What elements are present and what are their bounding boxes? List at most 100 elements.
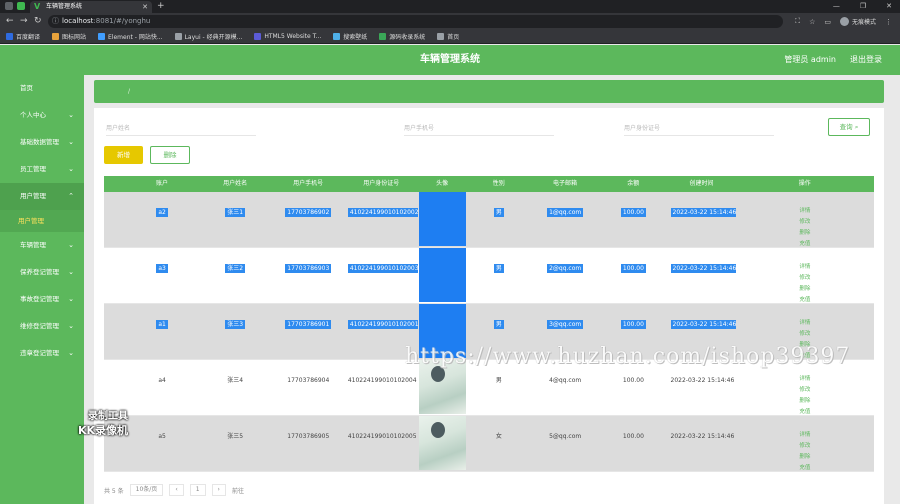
next-page-button[interactable]: › — [211, 484, 226, 496]
row-action-button[interactable]: 删除 — [799, 229, 810, 238]
logout-link[interactable]: 退出登录 — [850, 45, 882, 75]
more-menu-icon[interactable]: ⋮ — [885, 18, 892, 26]
table-row[interactable]: a5 张三5 17703786905 410224199010102005 女 5@qq.… — [104, 416, 874, 472]
add-button[interactable]: 新增 — [104, 146, 143, 164]
table-cell: 张三5 — [199, 416, 272, 471]
browser-menu-icon[interactable] — [5, 2, 13, 10]
sidebar-item[interactable]: 基础数据管理 ⌄ — [0, 129, 84, 156]
table-cell: 张三4 — [199, 360, 272, 415]
row-action-button[interactable]: 修改 — [799, 274, 810, 283]
table-cell: a5 — [126, 416, 199, 471]
bookmark-item[interactable]: 源码收录系统 — [379, 32, 425, 41]
row-action-button[interactable]: 删除 — [799, 397, 810, 406]
browser-tab[interactable]: V 车辆管理系统 ✕ — [30, 1, 152, 13]
tab-close-icon[interactable]: ✕ — [142, 1, 148, 13]
sidebar-item[interactable]: 事故登记管理 ⌄ — [0, 286, 84, 313]
url-input[interactable]: ⓘ localhost:8081/#/yonghu — [48, 15, 783, 28]
watermark-text: https://www.huzhan.com/ishop39397 — [405, 344, 851, 369]
maximize-icon[interactable]: ❐ — [860, 0, 866, 13]
table-cell: 2022-03-22 15:14:46 — [668, 192, 736, 247]
row-checkbox[interactable] — [104, 248, 126, 303]
sidebar-subitem-user-manage[interactable]: 用户管理 — [0, 210, 84, 232]
cell-text: 17703786904 — [287, 377, 330, 384]
sidebar-item[interactable]: 用户管理 ⌃ — [0, 183, 84, 210]
back-icon[interactable]: ← — [6, 13, 14, 30]
bookmark-icon — [437, 33, 445, 40]
cell-text: 410224199010102004 — [347, 377, 417, 384]
extension-icon[interactable]: ▭ — [824, 18, 831, 26]
row-checkbox[interactable] — [104, 192, 126, 247]
row-action-button[interactable]: 详情 — [799, 319, 810, 328]
row-action-button[interactable]: 充值 — [799, 464, 810, 471]
cell-text: 100.00 — [620, 264, 646, 273]
page-title: 车辆管理系统 — [420, 54, 480, 65]
search-button[interactable]: 查询 ⌕ — [828, 118, 870, 136]
table-cell: 2022-03-22 15:14:46 — [668, 248, 736, 303]
row-action-button[interactable]: 修改 — [799, 218, 810, 227]
actions-cell: 详情 修改 删除 充值 — [736, 248, 874, 303]
forward-icon[interactable]: → — [20, 13, 28, 30]
new-tab-icon[interactable]: + — [157, 0, 165, 13]
avatar[interactable] — [418, 416, 466, 470]
table-cell: 张三2 — [199, 248, 272, 303]
row-action-button[interactable]: 修改 — [799, 442, 810, 451]
table-row[interactable]: a2 张三1 17703786902 410224199010102002 男 1@qq.… — [104, 192, 874, 248]
profile-button[interactable]: 无痕模式 — [839, 17, 876, 26]
row-action-button[interactable]: 修改 — [799, 386, 810, 395]
sidebar-item-label: 维修登记管理 — [20, 322, 59, 330]
row-action-button[interactable]: 充值 — [799, 240, 810, 247]
tab-search-icon[interactable] — [17, 2, 25, 10]
row-action-button[interactable]: 修改 — [799, 330, 810, 339]
bookmark-item[interactable]: 百度翻译 — [6, 32, 40, 41]
sidebar-item-label: 事故登记管理 — [20, 295, 59, 303]
column-header: 性别 — [492, 180, 505, 187]
search-row: 用户姓名 用户手机号 用户身份证号 查询 ⌕ — [104, 118, 874, 148]
bookmark-item[interactable]: Element - 网站快... — [98, 32, 163, 41]
row-action-button[interactable]: 充值 — [799, 408, 810, 415]
reload-icon[interactable]: ↻ — [34, 13, 42, 30]
avatar[interactable] — [418, 248, 466, 302]
row-action-button[interactable]: 详情 — [799, 375, 810, 384]
row-action-button[interactable]: 详情 — [799, 431, 810, 440]
bookmark-star-icon[interactable]: ☆ — [809, 18, 815, 26]
cell-text: 17703786903 — [285, 264, 332, 273]
translate-icon[interactable]: ⛶ — [795, 17, 800, 26]
delete-button[interactable]: 删除 — [150, 146, 190, 164]
info-icon[interactable]: ⓘ — [52, 15, 59, 28]
page-size-select[interactable]: 10条/页 — [129, 484, 164, 496]
search-input-name[interactable]: 用户姓名 — [106, 122, 256, 136]
bookmark-item[interactable]: HTML5 Website T... — [254, 33, 321, 40]
cell-text: 2022-03-22 15:14:46 — [670, 377, 735, 384]
page-number-button[interactable]: 1 — [189, 484, 206, 496]
search-input-phone[interactable]: 用户手机号 — [404, 122, 554, 136]
sidebar-item[interactable]: 维修登记管理 ⌄ — [0, 313, 84, 340]
row-action-button[interactable]: 删除 — [799, 453, 810, 462]
window-close-icon[interactable]: ✕ — [886, 0, 892, 13]
minimize-icon[interactable]: — — [833, 0, 840, 13]
row-action-button[interactable]: 详情 — [799, 263, 810, 272]
cell-text: 男 — [495, 377, 502, 384]
row-checkbox[interactable] — [104, 360, 126, 415]
bookmark-item[interactable]: Layui - 经典开源模... — [174, 32, 242, 41]
chevron-icon: ⌃ — [68, 192, 74, 200]
table-cell: 100.00 — [599, 416, 667, 471]
sidebar-item[interactable]: 保养登记管理 ⌄ — [0, 259, 84, 286]
row-action-button[interactable]: 详情 — [799, 207, 810, 216]
table-row[interactable]: a3 张三2 17703786903 410224199010102003 男 2@qq.… — [104, 248, 874, 304]
sidebar-item[interactable]: 首页 — [0, 75, 84, 102]
breadcrumb-bar: / — [94, 80, 884, 103]
bookmark-item[interactable]: 搜索壁纸 — [333, 32, 367, 41]
sidebar-item[interactable]: 违章登记管理 ⌄ — [0, 340, 84, 367]
bookmark-item[interactable]: 图标网站 — [52, 32, 86, 41]
prev-page-button[interactable]: ‹ — [169, 484, 184, 496]
search-input-idcard[interactable]: 用户身份证号 — [624, 122, 774, 136]
avatar[interactable] — [418, 192, 466, 246]
row-action-button[interactable]: 删除 — [799, 285, 810, 294]
select-all-checkbox[interactable] — [104, 176, 125, 192]
sidebar-item[interactable]: 员工管理 ⌄ — [0, 156, 84, 183]
sidebar-item[interactable]: 车辆管理 ⌄ — [0, 232, 84, 259]
row-checkbox[interactable] — [104, 304, 126, 359]
sidebar-item[interactable]: 个人中心 ⌄ — [0, 102, 84, 129]
bookmark-item[interactable]: 首页 — [437, 32, 459, 41]
row-action-button[interactable]: 充值 — [799, 296, 810, 303]
